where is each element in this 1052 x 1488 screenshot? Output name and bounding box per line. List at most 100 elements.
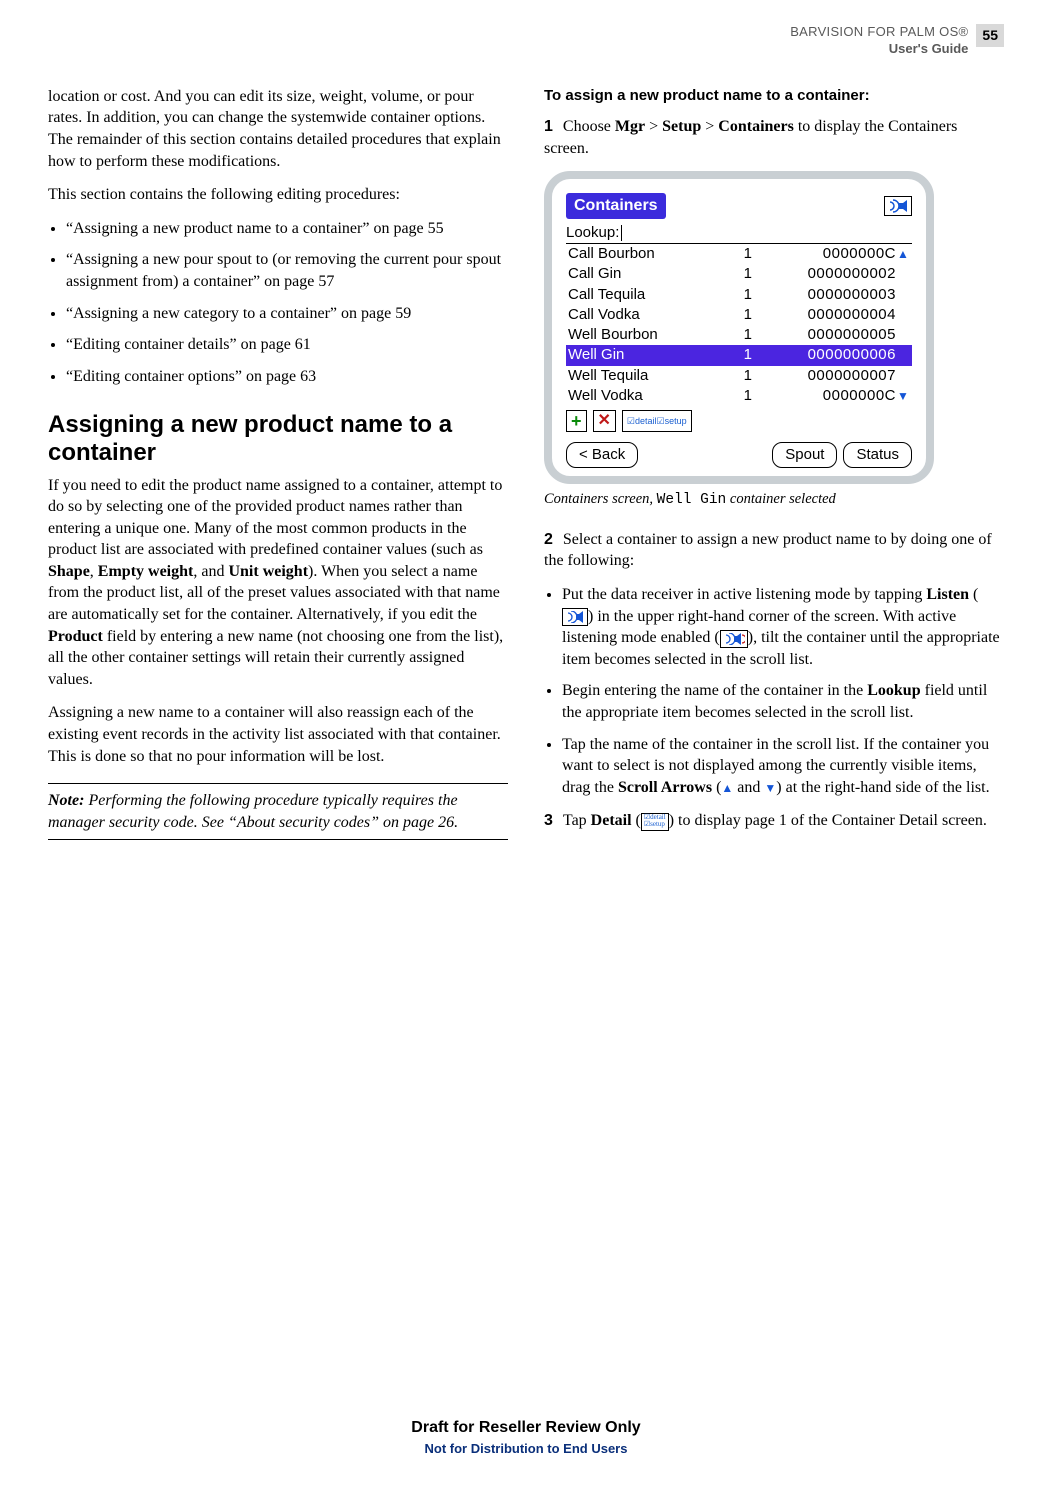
container-qty: 1 [730,305,752,325]
text-cursor [621,225,622,241]
right-column: To assign a new product name to a contai… [544,86,1004,844]
text: field by entering a new name (not choosi… [48,628,503,688]
step-3: 3 Tap Detail (☑detail☑setup) to display p… [544,810,1004,832]
container-name: Call Tequila [568,285,730,305]
text: Put the data receiver in active listenin… [562,586,926,603]
intro-continuation: location or cost. And you can edit its s… [48,86,508,172]
term-shape: Shape [48,563,90,580]
table-row[interactable]: Well Gin10000000006 [566,345,912,365]
header-product: BARVISION FOR PALM OS® [790,24,968,41]
back-button[interactable]: < Back [566,442,638,468]
palm-toolbar: + ✕ ☑detail☑setup [566,410,912,432]
step-number: 3 [544,812,553,829]
spout-button[interactable]: Spout [772,442,837,468]
container-name: Well Vodka [568,386,730,406]
add-button[interactable]: + [566,410,587,432]
detail-setup-icon: ☑detail☑setup [641,813,669,831]
text: , [90,563,98,580]
container-name: Well Tequila [568,366,730,386]
scroll-down-icon[interactable]: ▼ [896,388,910,404]
table-row[interactable]: Call Tequila10000000003 [566,285,912,305]
step-1: 1Choose Mgr > Setup > Containers to disp… [544,116,1004,159]
list-item: “Editing container details” on page 61 [66,334,508,356]
page: BARVISION FOR PALM OS® User's Guide 55 l… [0,0,1052,1488]
left-column: location or cost. And you can edit its s… [48,86,508,844]
table-row[interactable]: Call Bourbon10000000C▲ [566,244,912,264]
container-qty: 1 [730,244,752,264]
menu-mgr: Mgr [615,118,645,135]
term-detail: Detail [591,812,632,829]
palm-title: Containers [566,193,666,219]
text: > [701,118,718,135]
delete-button[interactable]: ✕ [593,410,616,432]
note-block: Note: Performing the following procedure… [48,783,508,840]
container-qty: 1 [730,264,752,284]
container-qty: 1 [730,386,752,406]
container-qty: 1 [730,285,752,305]
list-item: Put the data receiver in active listenin… [562,584,1004,670]
scroll-up-icon[interactable]: ▲ [896,246,910,262]
caption-product-name: Well Gin [657,492,727,508]
menu-containers: Containers [718,118,794,135]
text: container selected [726,491,836,507]
page-number: 55 [976,24,1004,47]
term-listen: Listen [926,586,969,603]
note-body: Performing the following procedure typic… [48,792,458,831]
container-code: 0000000002 [752,264,896,284]
container-code: 0000000007 [752,366,896,386]
footer-line-2: Not for Distribution to End Users [0,1440,1052,1458]
text: Containers screen, [544,491,657,507]
text: ) at the right-hand side of the list. [776,779,989,796]
text: ( [969,586,978,603]
text: Begin entering the name of the container… [562,682,867,699]
screenshot-caption: Containers screen, Well Gin container se… [544,490,1004,511]
list-item: Tap the name of the container in the scr… [562,734,1004,799]
term-lookup: Lookup [867,682,920,699]
text: Tap [563,812,591,829]
container-name: Call Gin [568,264,730,284]
list-item: “Assigning a new product name to a conta… [66,218,508,240]
following-procedures: This section contains the following edit… [48,184,508,206]
table-row[interactable]: Well Tequila10000000007 [566,366,912,386]
list-item: Begin entering the name of the container… [562,680,1004,723]
text: and [733,779,764,796]
page-footer: Draft for Reseller Review Only Not for D… [0,1417,1052,1458]
detail-setup-button[interactable]: ☑detail☑setup [622,410,692,432]
table-row[interactable]: Call Vodka10000000004 [566,305,912,325]
term-empty-weight: Empty weight [98,563,194,580]
palm-bottom-buttons: < Back Spout Status [566,442,912,468]
footer-line-1: Draft for Reseller Review Only [0,1417,1052,1439]
container-qty: 1 [730,345,752,365]
section-heading: Assigning a new product name to a contai… [48,411,508,466]
table-row[interactable]: Well Bourbon10000000005 [566,325,912,345]
text: ( [632,812,641,829]
container-code: 0000000003 [752,285,896,305]
step-number: 1 [544,118,553,135]
procedure-list: “Assigning a new product name to a conta… [48,218,508,388]
container-list[interactable]: Call Bourbon10000000C▲Call Gin1000000000… [566,244,912,406]
palm-titlebar: Containers [566,193,912,219]
container-name: Well Gin [568,345,730,365]
text: ) to display page 1 of the Container Det… [669,812,987,829]
container-code: 0000000C [752,386,896,406]
table-row[interactable]: Call Gin10000000002 [566,264,912,284]
lookup-field[interactable]: Lookup: [566,221,912,244]
status-button[interactable]: Status [843,442,912,468]
text: ( [712,779,721,796]
step-2-options: Put the data receiver in active listenin… [544,584,1004,798]
step-2: 2Select a container to assign a new prod… [544,529,1004,572]
container-qty: 1 [730,366,752,386]
container-name: Call Bourbon [568,244,730,264]
header-subtitle: User's Guide [790,41,968,58]
table-row[interactable]: Well Vodka10000000C▼ [566,386,912,406]
body-paragraph: Assigning a new name to a container will… [48,702,508,767]
listen-icon [562,608,588,626]
lookup-label: Lookup: [566,224,619,241]
text: Choose [563,118,615,135]
listen-icon[interactable] [884,196,912,216]
note-label: Note: [48,792,84,809]
scroll-up-icon: ▲ [721,781,733,795]
term-scroll-arrows: Scroll Arrows [618,779,712,796]
listen-active-icon [720,630,748,648]
body-paragraph: If you need to edit the product name ass… [48,475,508,691]
